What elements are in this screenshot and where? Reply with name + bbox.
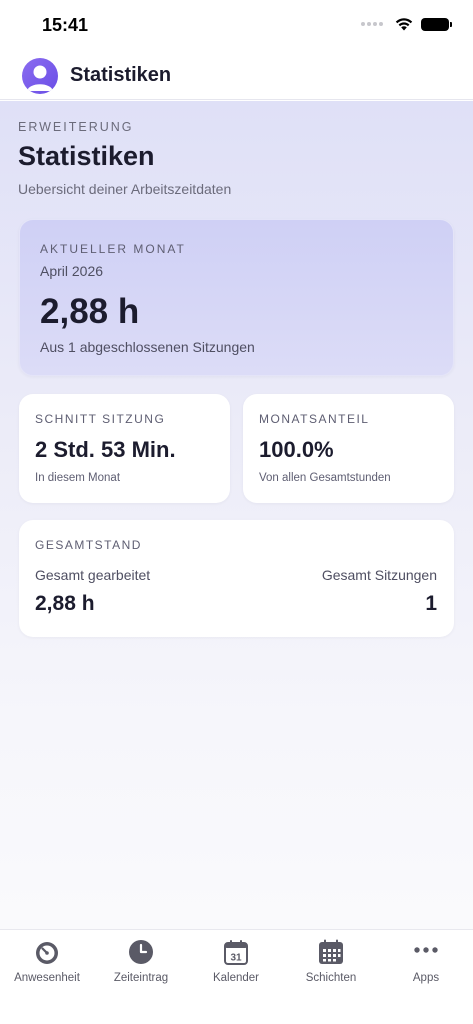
header-title: Statistiken (70, 64, 172, 86)
tab-anwesenheit[interactable]: Anwesenheit (0, 938, 94, 994)
tab-label: Kalender (212, 972, 260, 984)
calendar-icon: 31 (224, 940, 248, 965)
total-sessions-value: 1 (425, 592, 437, 615)
tab-schichten[interactable]: Schichten (284, 938, 378, 994)
battery-icon (421, 17, 452, 31)
current-month-label: April 2026 (40, 263, 104, 279)
month-share-eyebrow: MONATSANTEIL (259, 412, 370, 426)
tab-label: Schichten (305, 972, 357, 984)
page-subtitle: Uebersicht deiner Arbeitszeitdaten (18, 181, 232, 197)
tab-label: Zeiteintrag (113, 972, 169, 984)
tab-label: Anwesenheit (14, 972, 80, 984)
current-month-caption: Aus 1 abgeschlossenen Sitzungen (40, 339, 255, 355)
calendar-day-number: 31 (230, 953, 242, 964)
status-bar: 15:41 (0, 0, 473, 52)
tab-label: Apps (412, 972, 440, 984)
total-sessions-label: Gesamt Sitzungen (321, 567, 437, 583)
current-month-card: AKTUELLER MONAT April 2026 2,88 h Aus 1 … (19, 219, 454, 376)
tab-zeiteintrag[interactable]: Zeiteintrag (94, 938, 188, 994)
month-share-caption: Von allen Gesamtstunden (259, 472, 391, 484)
month-share-value: 100.0% (259, 437, 334, 462)
section-eyebrow: ERWEITERUNG (18, 120, 134, 134)
month-share-card: MONATSANTEIL 100.0% Von allen Gesamtstun… (243, 394, 454, 503)
status-time: 15:41 (42, 15, 89, 35)
app-header: Statistiken (0, 52, 473, 100)
statistics-content: ERWEITERUNG Statistiken Uebersicht deine… (0, 101, 473, 929)
totals-card: GESAMTSTAND Gesamt gearbeitet 2,88 h Ges… (19, 520, 454, 637)
total-worked-label: Gesamt gearbeitet (35, 567, 151, 583)
tab-bar: Anwesenheit Zeiteintrag 31 Kalender Schi… (0, 929, 473, 1024)
signal-icon (361, 22, 383, 26)
session-average-caption: In diesem Monat (35, 472, 121, 484)
clock-icon (129, 940, 153, 964)
tab-kalender[interactable]: 31 Kalender (189, 938, 283, 994)
wifi-icon (395, 18, 413, 31)
more-dots-icon (414, 947, 438, 953)
tab-apps[interactable]: Apps (379, 938, 473, 994)
page-title: Statistiken (18, 141, 155, 171)
current-month-hours: 2,88 h (40, 292, 140, 331)
session-average-card: SCHNITT SITZUNG 2 Std. 53 Min. In diesem… (19, 394, 230, 503)
session-average-value: 2 Std. 53 Min. (35, 437, 176, 462)
calendar-grid-icon (319, 939, 343, 964)
session-average-eyebrow: SCHNITT SITZUNG (35, 412, 166, 426)
total-worked-value: 2,88 h (35, 592, 95, 615)
totals-eyebrow: GESAMTSTAND (35, 538, 142, 552)
current-month-eyebrow: AKTUELLER MONAT (40, 242, 186, 256)
user-avatar-icon[interactable] (22, 58, 58, 94)
status-icons (361, 17, 452, 31)
stopwatch-icon (36, 942, 58, 964)
